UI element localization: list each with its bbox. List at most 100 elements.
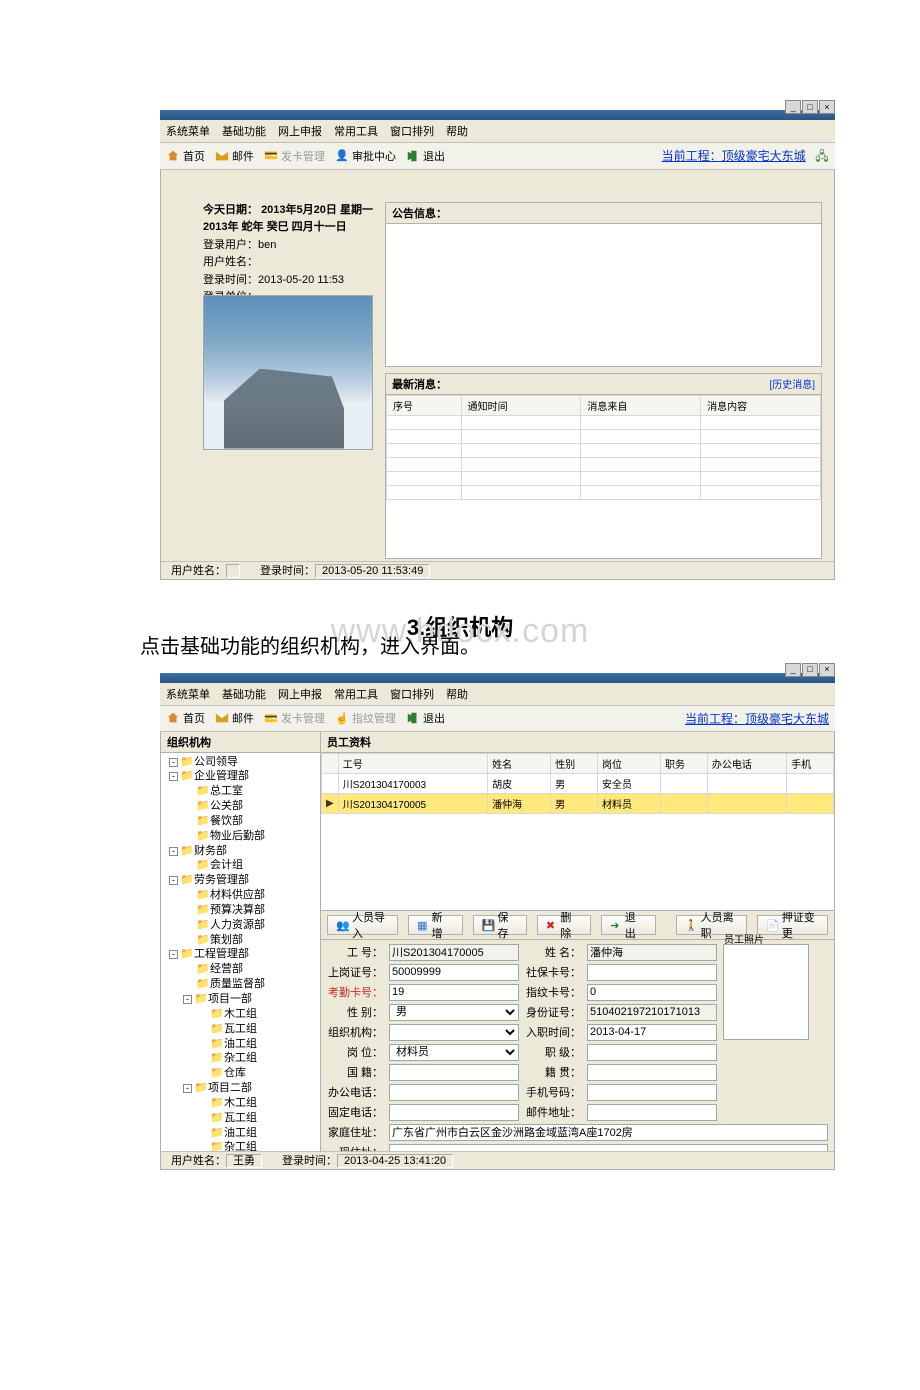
nation-input[interactable] [389, 1064, 519, 1081]
window-maximize-button[interactable]: □ [802, 663, 818, 677]
menu-online[interactable]: 网上申报 [278, 123, 322, 139]
fixed-tel-input[interactable] [389, 1104, 519, 1121]
grid-header[interactable]: 性别 [551, 753, 598, 773]
tree-node[interactable]: 📁餐饮部 [163, 814, 318, 829]
grid-header[interactable] [322, 753, 339, 773]
tree-node[interactable]: 📁经营部 [163, 962, 318, 977]
grid-header[interactable]: 姓名 [488, 753, 551, 773]
table-row[interactable]: ▶川S201304170005潘仲海男材料员 [322, 793, 834, 813]
name-input[interactable] [587, 944, 717, 961]
menu-system[interactable]: 系统菜单 [166, 686, 210, 702]
tree-node[interactable]: -📁财务部 [163, 844, 318, 859]
expand-icon[interactable]: - [183, 1084, 192, 1093]
home-addr-input[interactable] [389, 1124, 828, 1141]
tree-node[interactable]: 📁油工组 [163, 1126, 318, 1141]
office-tel-input[interactable] [389, 1084, 519, 1101]
window-close-button[interactable]: × [819, 663, 835, 677]
grid-header[interactable]: 工号 [338, 753, 487, 773]
expand-icon[interactable]: - [169, 876, 178, 885]
id-no-input[interactable] [587, 1004, 717, 1021]
cert-change-button[interactable]: 📄押证变更 [757, 915, 828, 935]
email-input[interactable] [587, 1104, 717, 1121]
menu-help[interactable]: 帮助 [446, 686, 468, 702]
window-maximize-button[interactable]: □ [802, 100, 818, 114]
delete-button[interactable]: ✖删 除 [537, 915, 591, 935]
tree-node[interactable]: 📁仓库 [163, 1066, 318, 1081]
table-row[interactable]: 川S201304170003胡皮男安全员 [322, 773, 834, 793]
expand-icon[interactable]: - [169, 950, 178, 959]
tree-node[interactable]: 📁物业后勤部 [163, 829, 318, 844]
home-button[interactable]: 首页 [166, 710, 205, 726]
menu-window[interactable]: 窗口排列 [390, 686, 434, 702]
menu-basic[interactable]: 基础功能 [222, 123, 266, 139]
window-close-button[interactable]: × [819, 100, 835, 114]
current-project-link[interactable]: 当前工程：顶级豪宅大东城 [662, 149, 806, 163]
tree-node[interactable]: 📁木工组 [163, 1096, 318, 1111]
exit-button[interactable]: 退出 [406, 148, 445, 164]
expand-icon[interactable]: - [169, 847, 178, 856]
level-input[interactable] [587, 1044, 717, 1061]
grid-header[interactable]: 手机 [787, 753, 834, 773]
tree-node[interactable]: -📁公司领导 [163, 755, 318, 770]
menu-online[interactable]: 网上申报 [278, 686, 322, 702]
approve-button[interactable]: 👤 审批中心 [335, 148, 396, 164]
tree-node[interactable]: -📁劳务管理部 [163, 873, 318, 888]
org-select[interactable] [389, 1024, 519, 1041]
import-button[interactable]: 👥人员导入 [327, 915, 398, 935]
tree-node[interactable]: -📁项目二部 [163, 1081, 318, 1096]
org-tree[interactable]: -📁公司领导-📁企业管理部📁总工室📁公关部📁餐饮部📁物业后勤部-📁财务部📁会计组… [161, 753, 320, 1169]
tree-node[interactable]: 📁木工组 [163, 1007, 318, 1022]
mail-button[interactable]: 邮件 [215, 710, 254, 726]
att-no-input[interactable] [389, 984, 519, 1001]
menu-system[interactable]: 系统菜单 [166, 123, 210, 139]
expand-icon[interactable]: - [183, 995, 192, 1004]
save-button[interactable]: 💾保 存 [473, 915, 527, 935]
mobile-input[interactable] [587, 1084, 717, 1101]
exit-button[interactable]: 退出 [406, 710, 445, 726]
tree-node[interactable]: 📁策划部 [163, 933, 318, 948]
new-button[interactable]: ▦新 增 [408, 915, 462, 935]
tree-node[interactable]: 📁会计组 [163, 858, 318, 873]
gender-select[interactable]: 男 [389, 1004, 519, 1021]
tree-node[interactable]: 📁材料供应部 [163, 888, 318, 903]
grid-header[interactable]: 岗位 [597, 753, 660, 773]
native-input[interactable] [587, 1064, 717, 1081]
menu-help[interactable]: 帮助 [446, 123, 468, 139]
expand-icon[interactable]: - [169, 758, 178, 767]
cert-no-input[interactable] [389, 964, 519, 981]
fp-no-input[interactable] [587, 984, 717, 1001]
tree-node[interactable]: 📁预算决算部 [163, 903, 318, 918]
tree-node[interactable]: 📁质量监督部 [163, 977, 318, 992]
entry-label: 入职时间： [525, 1024, 581, 1040]
tree-node[interactable]: -📁企业管理部 [163, 769, 318, 784]
tree-node[interactable]: 📁公关部 [163, 799, 318, 814]
menu-tools[interactable]: 常用工具 [334, 686, 378, 702]
ss-no-input[interactable] [587, 964, 717, 981]
window-minimize-button[interactable]: _ [785, 100, 801, 114]
entry-input[interactable] [587, 1024, 717, 1041]
mail-button[interactable]: 邮件 [215, 148, 254, 164]
menu-basic[interactable]: 基础功能 [222, 686, 266, 702]
home-button[interactable]: 首页 [166, 148, 205, 164]
exit-button[interactable]: ➜退 出 [601, 915, 655, 935]
tree-node[interactable]: -📁项目一部 [163, 992, 318, 1007]
emp-no-input[interactable] [389, 944, 519, 961]
menu-window[interactable]: 窗口排列 [390, 123, 434, 139]
window-minimize-button[interactable]: _ [785, 663, 801, 677]
tree-node[interactable]: 📁油工组 [163, 1037, 318, 1052]
grid-header[interactable]: 职务 [661, 753, 708, 773]
tree-node[interactable]: 📁人力资源部 [163, 918, 318, 933]
grid-header[interactable]: 办公电话 [707, 753, 786, 773]
tree-node[interactable]: 📁瓦工组 [163, 1022, 318, 1037]
photo-box[interactable]: 员工照片 [723, 944, 809, 1040]
post-select[interactable]: 材料员 [389, 1044, 519, 1061]
news-history-link[interactable]: [历史消息] [769, 376, 815, 392]
menu-tools[interactable]: 常用工具 [334, 123, 378, 139]
expand-icon[interactable]: - [169, 772, 178, 781]
current-project-link[interactable]: 当前工程：顶级豪宅大东城 [685, 712, 829, 726]
employee-grid[interactable]: 工号姓名性别岗位职务办公电话手机川S201304170003胡皮男安全员▶川S2… [321, 753, 834, 814]
tree-node[interactable]: 📁瓦工组 [163, 1111, 318, 1126]
tree-node[interactable]: 📁杂工组 [163, 1051, 318, 1066]
tree-node[interactable]: 📁总工室 [163, 784, 318, 799]
tree-node[interactable]: -📁工程管理部 [163, 947, 318, 962]
